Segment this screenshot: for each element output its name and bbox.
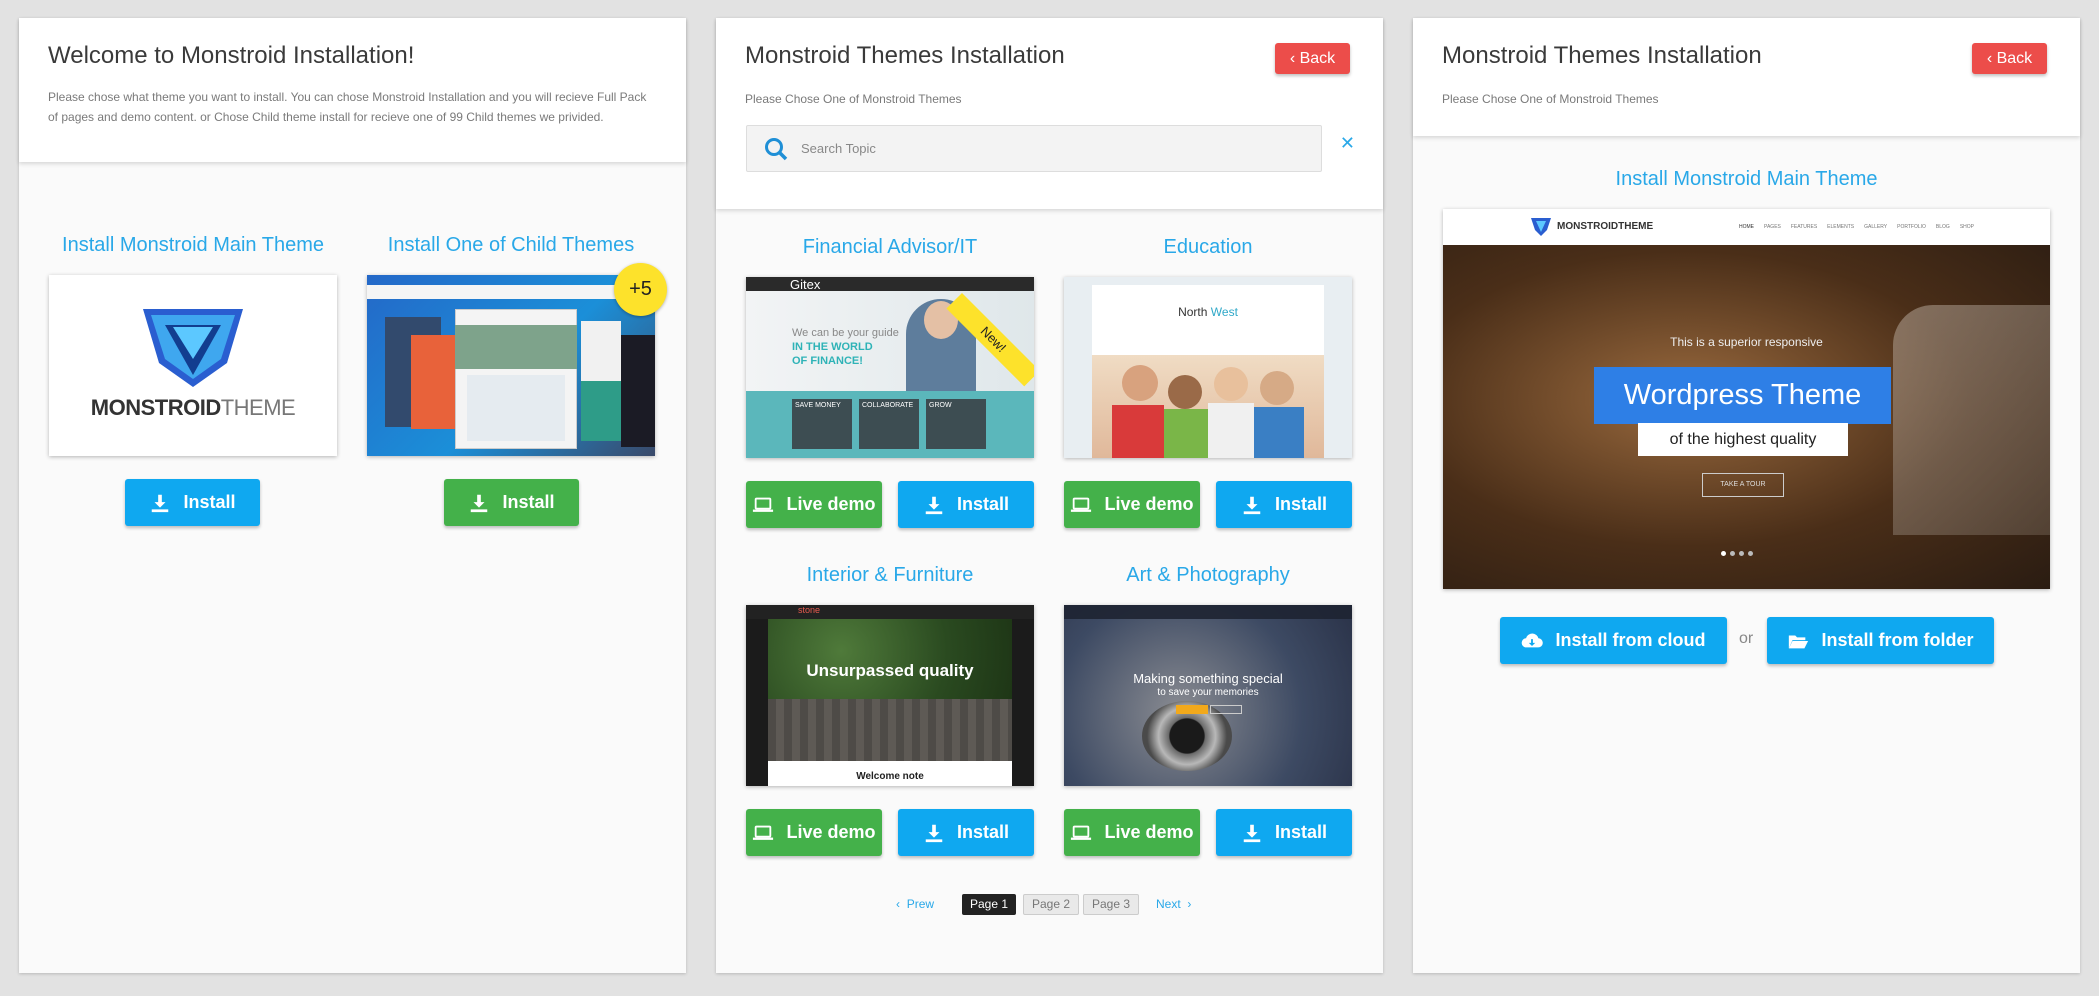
chevron-left-icon: ‹ (896, 897, 904, 911)
theme-title-art: Art & Photography (1126, 564, 1290, 586)
main-theme-install-panel: Monstroid Themes Installation Please Cho… (1413, 18, 2080, 973)
preview-cta: TAKE A TOUR (1702, 473, 1784, 497)
welcome-description: Please chose what theme you want to inst… (48, 90, 647, 124)
live-demo-button-education[interactable]: Live demo (1064, 481, 1200, 528)
folder-open-icon (1789, 635, 1809, 648)
welcome-title: Welcome to Monstroid Installation! (48, 42, 415, 69)
install-from-cloud-button[interactable]: Install from cloud (1500, 617, 1727, 664)
theme-thumbnail-interior[interactable]: stone Unsurpassed quality Welcome note (746, 605, 1034, 786)
search-icon (765, 138, 788, 161)
child-count-badge: +5 (614, 263, 667, 316)
theme-thumbnail-art[interactable]: Making something special to save your me… (1064, 605, 1352, 786)
preview-slider-dots (1721, 551, 1753, 556)
live-demo-button-financial[interactable]: Live demo (746, 481, 882, 528)
main-theme-header: Monstroid Themes Installation Please Cho… (1413, 18, 2080, 136)
themes-list-title: Monstroid Themes Installation (745, 42, 1065, 69)
theme-thumbnail-education[interactable]: North West (1064, 277, 1352, 458)
theme-thumbnail-financial[interactable]: Gitex We can be your guide IN THE WORLD … (746, 277, 1034, 458)
download-icon (925, 496, 943, 514)
download-icon (1243, 824, 1261, 842)
themes-list-panel: Monstroid Themes Installation Please Cho… (716, 18, 1383, 973)
main-theme-thumbnail[interactable]: MONSTROIDTHEME (49, 275, 337, 456)
welcome-header: Welcome to Monstroid Installation! Pleas… (19, 18, 686, 162)
thumb-education-logo: North West (1178, 305, 1238, 319)
pagination-prev[interactable]: ‹ Prew (896, 894, 934, 915)
main-theme-title: Install Monstroid Main Theme (62, 234, 324, 256)
install-button-education[interactable]: Install (1216, 481, 1352, 528)
download-icon (152, 494, 169, 512)
chevron-left-icon: ‹ (1289, 50, 1300, 67)
search-input[interactable]: Search Topic (746, 125, 1322, 172)
laptop-icon (753, 497, 774, 512)
install-child-theme-button[interactable]: Install (444, 479, 579, 526)
themes-list-header: Monstroid Themes Installation Please Cho… (716, 18, 1383, 209)
install-from-folder-button[interactable]: Install from folder (1767, 617, 1994, 664)
preview-headline: Wordpress Theme (1594, 367, 1891, 424)
laptop-icon (1071, 825, 1092, 840)
preview-logo-icon (1531, 218, 1551, 236)
preview-nav-items: HOME PAGES FEATURES ELEMENTS GALLERY PORTFOLI… (1739, 224, 1974, 230)
download-icon (925, 824, 943, 842)
monstroid-logo-text: MONSTROIDTHEME (90, 395, 296, 420)
or-separator: or (1739, 630, 1754, 647)
main-theme-panel-subtitle: Please Chose One of Monstroid Themes (1442, 92, 1659, 106)
pagination-next[interactable]: Next › (1156, 894, 1191, 915)
back-button[interactable]: ‹ Back (1275, 43, 1350, 74)
theme-title-interior: Interior & Furniture (806, 564, 974, 586)
preview-tagline: of the highest quality (1638, 423, 1848, 456)
search-placeholder: Search Topic (801, 141, 876, 156)
child-themes-thumbnail[interactable] (367, 275, 655, 456)
live-demo-button-art[interactable]: Live demo (1064, 809, 1200, 856)
download-icon (1243, 496, 1261, 514)
welcome-panel: Welcome to Monstroid Installation! Pleas… (19, 18, 686, 973)
install-button-financial[interactable]: Install (898, 481, 1034, 528)
main-theme-panel-title: Monstroid Themes Installation (1442, 42, 1762, 69)
pagination-page-2[interactable]: Page 2 (1023, 894, 1080, 915)
main-theme-preview[interactable]: MONSTROIDTHEME HOME PAGES FEATURES ELEMENTS… (1443, 209, 2050, 589)
chevron-left-icon: ‹ (1986, 50, 1997, 67)
download-icon (471, 494, 488, 512)
pagination-page-1[interactable]: Page 1 (962, 894, 1017, 915)
laptop-icon (1071, 497, 1092, 512)
laptop-icon (753, 825, 774, 840)
theme-title-education: Education (1163, 236, 1253, 258)
install-main-theme-button[interactable]: Install (125, 479, 260, 526)
back-button[interactable]: ‹ Back (1972, 43, 2047, 74)
themes-list-subtitle: Please Chose One of Monstroid Themes (745, 92, 962, 106)
thumb-brand-text: Gitex (790, 277, 821, 292)
install-main-theme-title: Install Monstroid Main Theme (1615, 168, 1878, 190)
install-button-art[interactable]: Install (1216, 809, 1352, 856)
child-themes-title: Install One of Child Themes (387, 234, 635, 256)
chevron-right-icon: › (1184, 897, 1192, 911)
monstroid-logo-icon (143, 309, 243, 387)
clear-search-icon[interactable]: ✕ (1340, 133, 1355, 154)
live-demo-button-interior[interactable]: Live demo (746, 809, 882, 856)
cloud-download-icon (1522, 633, 1544, 647)
theme-title-financial: Financial Advisor/IT (802, 236, 978, 258)
pagination-page-3[interactable]: Page 3 (1083, 894, 1140, 915)
install-button-interior[interactable]: Install (898, 809, 1034, 856)
